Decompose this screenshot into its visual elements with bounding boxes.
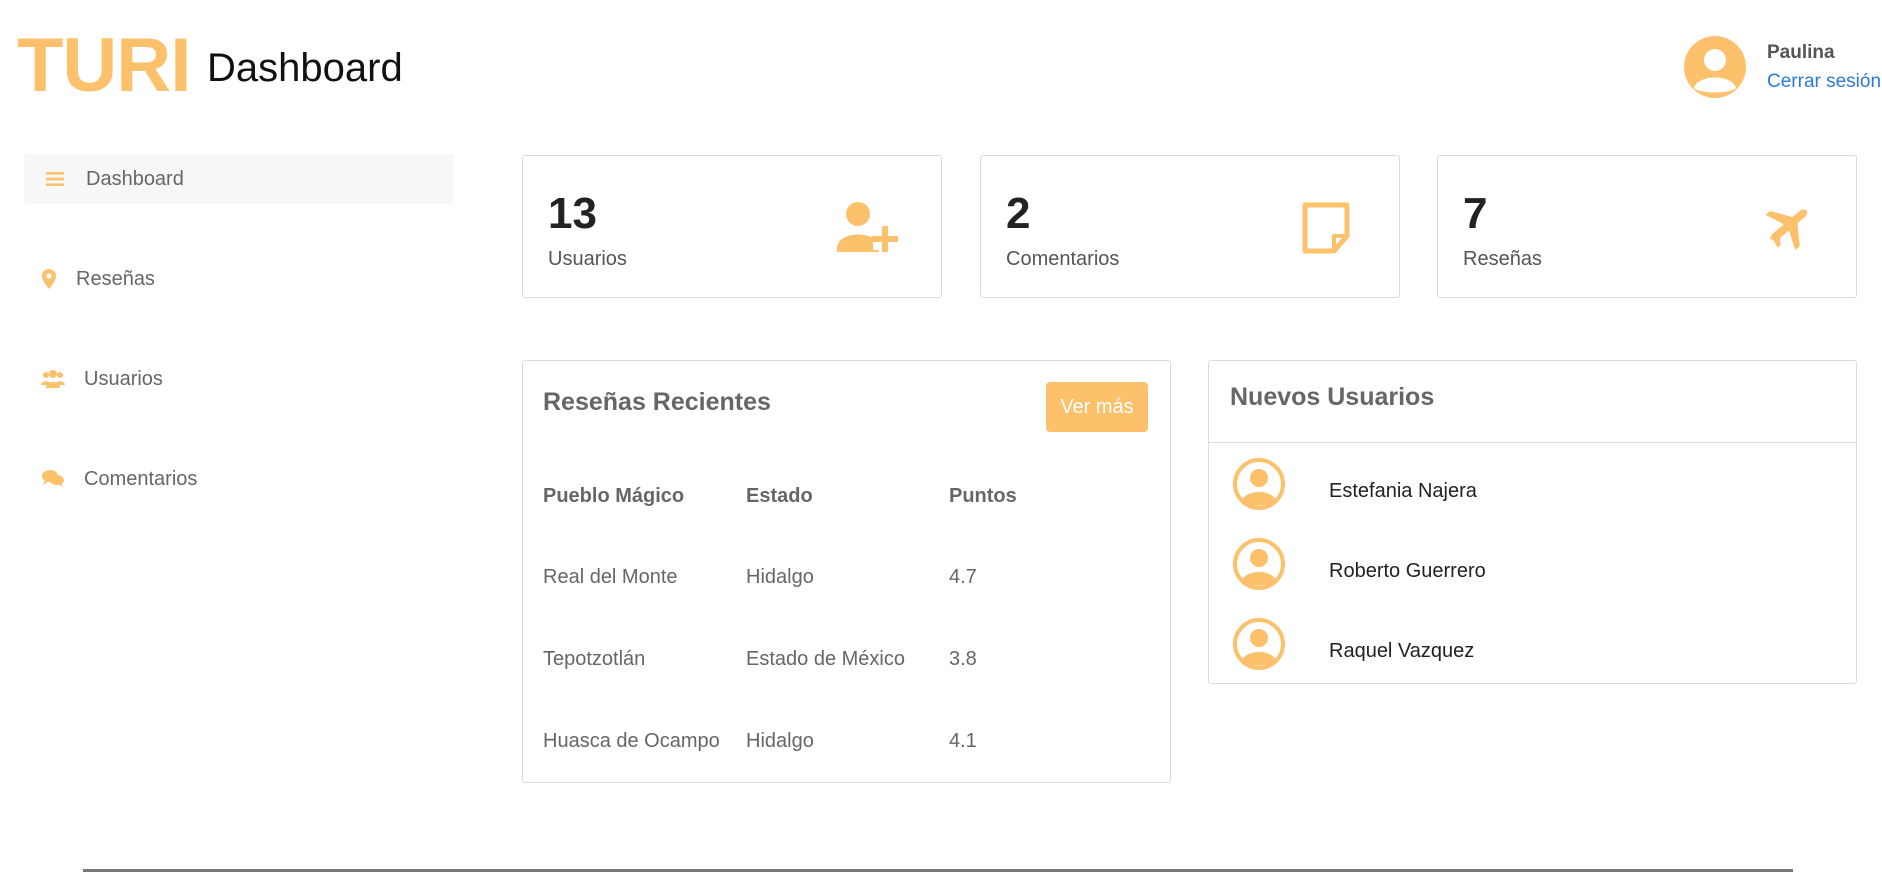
sidebar-item-dashboard[interactable]: Dashboard xyxy=(24,154,454,204)
table-cell: 3.8 xyxy=(949,648,977,670)
user-name: Estefania Najera xyxy=(1329,480,1477,502)
user-name: Paulina xyxy=(1767,42,1835,63)
panel-title: Reseñas Recientes xyxy=(543,388,771,416)
stat-label: Comentarios xyxy=(1006,248,1120,270)
sidebar-item-label: Reseñas xyxy=(76,267,155,290)
table-cell: Tepotzotlán xyxy=(543,648,646,670)
map-pin-icon xyxy=(34,268,64,290)
brand-logo[interactable]: TURI xyxy=(17,28,191,104)
sidebar-item-label: Comentarios xyxy=(84,467,198,490)
plane-icon xyxy=(1765,209,1808,251)
user-menu: Paulina Cerrar sesión xyxy=(1684,36,1882,100)
sidebar-item-label: Usuarios xyxy=(84,367,163,390)
footer-divider xyxy=(83,869,1793,872)
logout-link[interactable]: Cerrar sesión xyxy=(1767,71,1881,93)
table-cell: Hidalgo xyxy=(746,566,814,588)
stat-card-comentarios[interactable]: 2 Comentarios xyxy=(980,155,1400,298)
recent-reviews-panel: Reseñas Recientes Ver más Pueblo Mágico … xyxy=(522,360,1171,783)
user-name: Roberto Guerrero xyxy=(1329,560,1486,582)
table-cell: 4.7 xyxy=(949,566,977,588)
column-header[interactable]: Estado xyxy=(746,485,813,508)
users-icon xyxy=(38,368,68,390)
user-avatar-icon xyxy=(1233,618,1285,670)
column-header[interactable]: Pueblo Mágico xyxy=(543,485,684,508)
page-title: Dashboard xyxy=(207,46,403,90)
table-cell: 4.1 xyxy=(949,730,977,752)
stat-label: Usuarios xyxy=(548,248,627,270)
stat-value: 13 xyxy=(548,189,597,238)
stat-card-resenas[interactable]: 7 Reseñas xyxy=(1437,155,1857,298)
new-users-panel: Nuevos Usuarios Estefania Najera Roberto… xyxy=(1208,360,1857,684)
menu-icon xyxy=(40,168,70,190)
table-cell: Huasca de Ocampo xyxy=(543,730,720,752)
panel-title: Nuevos Usuarios xyxy=(1230,383,1435,411)
user-avatar-icon xyxy=(1233,538,1285,590)
user-name: Raquel Vazquez xyxy=(1329,640,1475,662)
stat-label: Reseñas xyxy=(1463,248,1542,270)
user-avatar-icon xyxy=(1233,458,1285,510)
sidebar-item-usuarios[interactable]: Usuarios xyxy=(24,354,454,404)
list-item[interactable]: Estefania Najera xyxy=(1233,458,1833,514)
user-plus-icon xyxy=(837,202,898,252)
sticky-note-icon xyxy=(1302,202,1350,254)
user-avatar-icon[interactable] xyxy=(1684,36,1746,98)
list-item[interactable]: Roberto Guerrero xyxy=(1233,538,1833,594)
comments-icon xyxy=(38,468,68,490)
table-cell: Hidalgo xyxy=(746,730,814,752)
table-cell: Estado de México xyxy=(746,648,905,670)
stat-value: 7 xyxy=(1463,189,1488,238)
sidebar-item-label: Dashboard xyxy=(86,167,184,190)
stat-card-usuarios[interactable]: 13 Usuarios xyxy=(522,155,942,298)
sidebar-item-comentarios[interactable]: Comentarios xyxy=(24,454,454,504)
sidebar-item-resenas[interactable]: Reseñas xyxy=(24,254,454,304)
panel-divider xyxy=(1209,442,1856,443)
list-item[interactable]: Raquel Vazquez xyxy=(1233,618,1833,674)
column-header[interactable]: Puntos xyxy=(949,485,1017,508)
table-cell: Real del Monte xyxy=(543,566,678,588)
stat-value: 2 xyxy=(1006,189,1031,238)
see-more-button[interactable]: Ver más xyxy=(1046,382,1148,432)
